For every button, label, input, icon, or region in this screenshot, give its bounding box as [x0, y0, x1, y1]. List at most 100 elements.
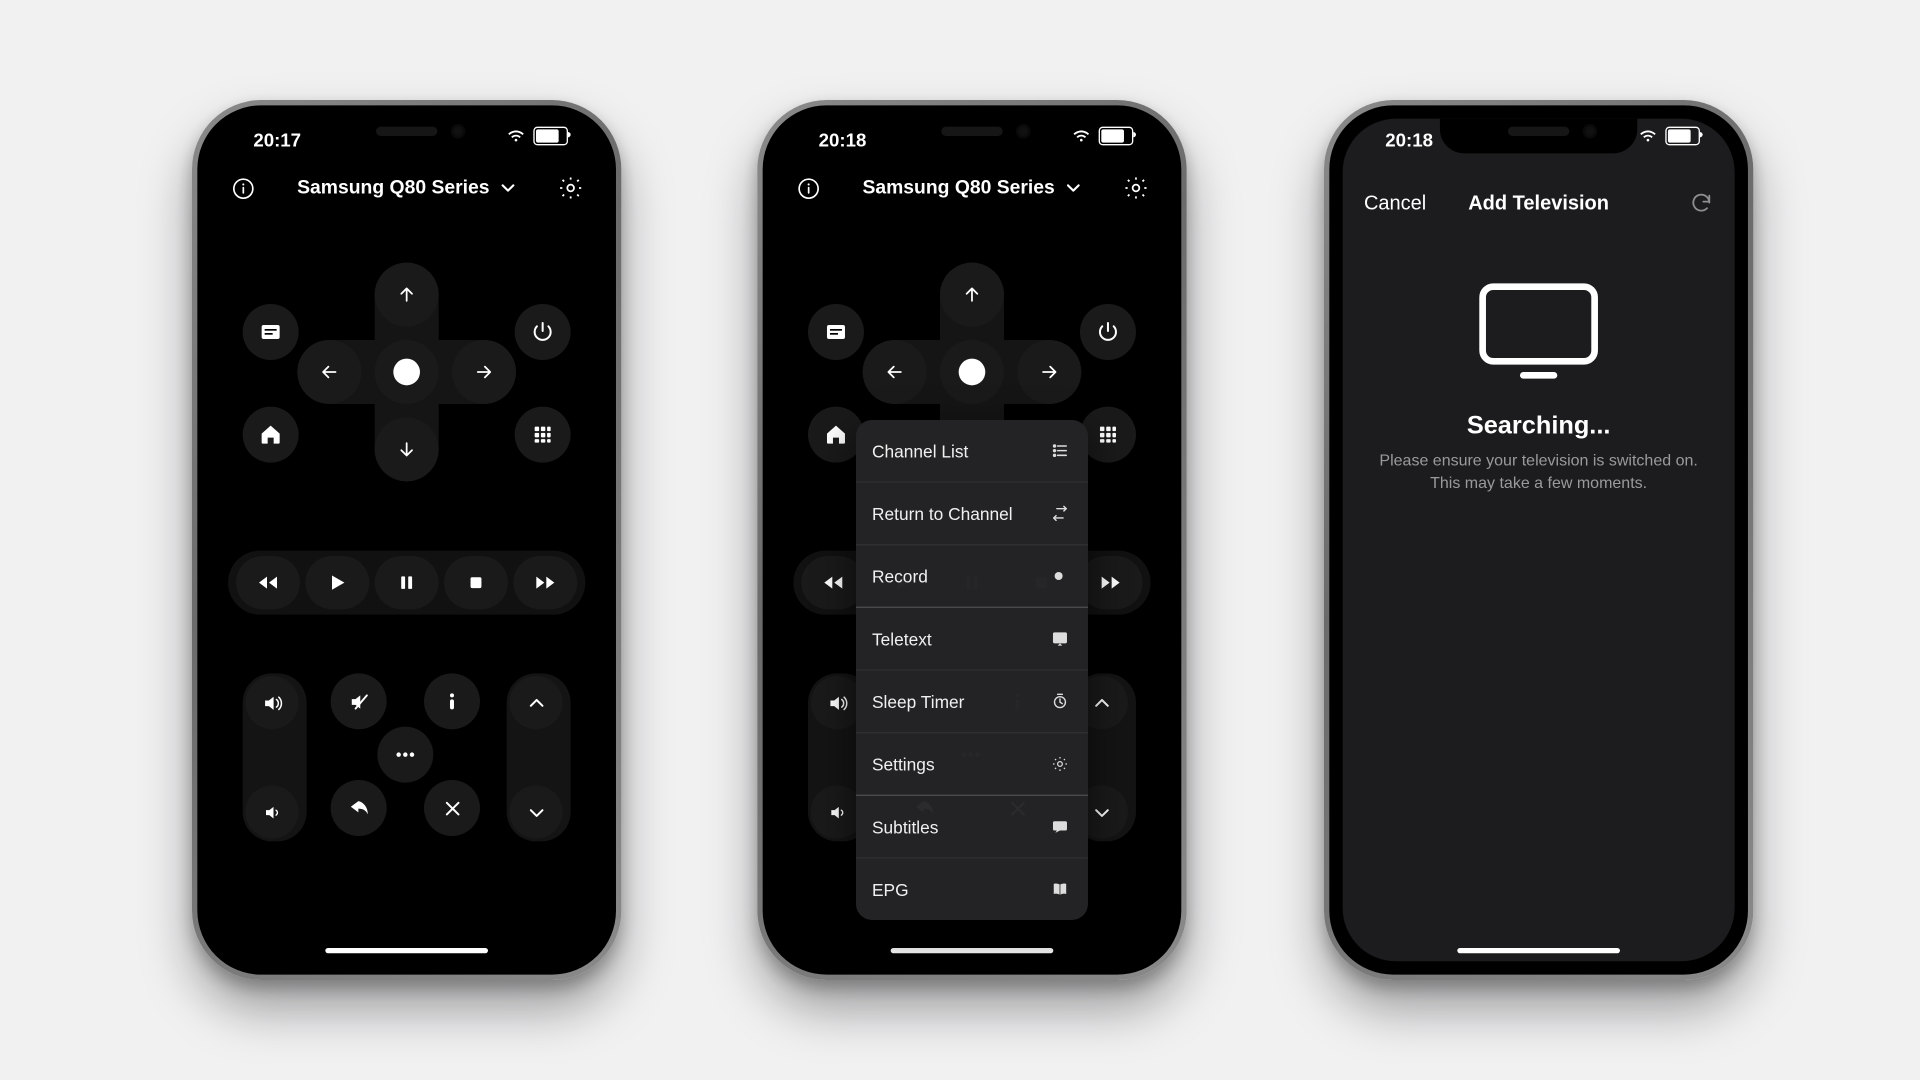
- status-time: 20:18: [1385, 129, 1433, 150]
- status-time: 20:17: [253, 129, 301, 150]
- menu-item-label: Sleep Timer: [872, 691, 964, 711]
- mute-button[interactable]: [331, 673, 387, 729]
- menu-item-label: Record: [872, 566, 928, 586]
- timer-icon: [1051, 692, 1072, 711]
- phone-3: 20:18 Cancel Add Television Searching...…: [1324, 100, 1753, 980]
- more-menu: Channel List Return to Channel Record Telet…: [856, 420, 1088, 920]
- menu-item-label: Settings: [872, 754, 935, 774]
- chevron-down-icon: [1065, 180, 1081, 196]
- menu-item-label: Channel List: [872, 441, 968, 461]
- dpad-right-button[interactable]: [452, 340, 516, 404]
- info-icon[interactable]: [792, 172, 824, 204]
- back-icon: [347, 797, 370, 820]
- channel-down-button[interactable]: [509, 785, 562, 838]
- status-time: 20:18: [819, 129, 867, 150]
- screen-remote-popup: 20:18 Samsung Q80 Series: [776, 119, 1168, 962]
- book-icon: [1051, 880, 1072, 899]
- exit-button[interactable]: [424, 780, 480, 836]
- guide-button[interactable]: [808, 304, 864, 360]
- stop-icon: [467, 573, 486, 592]
- apps-button[interactable]: [515, 407, 571, 463]
- power-button[interactable]: [515, 304, 571, 360]
- modal-title: Add Television: [1468, 191, 1609, 214]
- cc-icon: [1051, 817, 1072, 836]
- refresh-button[interactable]: [1689, 191, 1713, 215]
- fast-forward-button[interactable]: [513, 556, 577, 609]
- power-icon: [531, 320, 555, 344]
- menu-item-epg[interactable]: EPG: [856, 859, 1088, 920]
- guide-icon: [824, 320, 848, 344]
- device-dropdown[interactable]: Samsung Q80 Series: [297, 177, 516, 198]
- dpad-left-button[interactable]: [863, 340, 927, 404]
- device-dropdown[interactable]: Samsung Q80 Series: [862, 177, 1081, 198]
- menu-item-teletext[interactable]: Teletext: [856, 608, 1088, 671]
- menu-item-sleep-timer[interactable]: Sleep Timer: [856, 671, 1088, 734]
- volume-up-button[interactable]: [245, 676, 298, 729]
- notch: [308, 119, 505, 154]
- dpad-right-button[interactable]: [1017, 340, 1081, 404]
- dpad-ok-button[interactable]: [940, 340, 1004, 404]
- wifi-icon: [505, 128, 526, 144]
- power-button[interactable]: [1080, 304, 1136, 360]
- info-button[interactable]: [424, 673, 480, 729]
- home-button[interactable]: [243, 407, 299, 463]
- more-button[interactable]: [377, 727, 433, 783]
- volume-down-button[interactable]: [245, 785, 298, 838]
- home-icon: [259, 423, 283, 447]
- fast-forward-button[interactable]: [1079, 556, 1143, 609]
- dpad-up-button[interactable]: [940, 263, 1004, 327]
- fast-forward-icon: [533, 571, 557, 595]
- play-icon: [327, 572, 348, 593]
- play-button[interactable]: [305, 556, 369, 609]
- teletext-icon: [1051, 629, 1072, 648]
- modal-header: Cancel Add Television: [1343, 177, 1735, 228]
- rewind-icon: [256, 571, 280, 595]
- dot-icon: [1051, 568, 1072, 584]
- header: Samsung Q80 Series: [211, 163, 603, 214]
- menu-item-settings[interactable]: Settings: [856, 733, 1088, 796]
- dpad-down-button[interactable]: [375, 417, 439, 481]
- ok-dot-icon: [393, 359, 420, 386]
- tv-icon: [1475, 279, 1603, 383]
- menu-item-label: EPG: [872, 879, 909, 899]
- menu-item-return-to-channel[interactable]: Return to Channel: [856, 483, 1088, 546]
- chevron-up-icon: [526, 693, 546, 713]
- apps-button[interactable]: [1080, 407, 1136, 463]
- header: Samsung Q80 Series: [776, 163, 1168, 214]
- home-indicator: [891, 948, 1054, 953]
- back-button[interactable]: [331, 780, 387, 836]
- wifi-icon: [1071, 128, 1092, 144]
- battery-icon: [1099, 127, 1134, 146]
- info-icon[interactable]: [227, 172, 259, 204]
- cancel-button[interactable]: Cancel: [1364, 191, 1426, 214]
- volume-rocker: [243, 673, 307, 841]
- rewind-button[interactable]: [236, 556, 300, 609]
- guide-button[interactable]: [243, 304, 299, 360]
- home-indicator: [1457, 948, 1620, 953]
- volume-down-icon: [262, 802, 282, 822]
- device-name: Samsung Q80 Series: [297, 177, 489, 198]
- battery-icon: [1665, 127, 1700, 146]
- list-icon: [1051, 441, 1072, 460]
- volume-up-icon: [261, 691, 284, 714]
- apps-icon: [532, 424, 553, 445]
- wifi-icon: [1637, 128, 1658, 144]
- battery-icon: [533, 127, 568, 146]
- menu-item-label: Subtitles: [872, 817, 938, 837]
- dpad-up-button[interactable]: [375, 263, 439, 327]
- gear-icon[interactable]: [1120, 172, 1152, 204]
- menu-item-subtitles[interactable]: Subtitles: [856, 796, 1088, 859]
- stop-button[interactable]: [444, 556, 508, 609]
- dpad-ok-button[interactable]: [375, 340, 439, 404]
- gear-icon[interactable]: [555, 172, 587, 204]
- menu-item-channel-list[interactable]: Channel List: [856, 420, 1088, 483]
- media-controls: [228, 551, 585, 615]
- chevron-down-icon: [500, 180, 516, 196]
- channel-up-button[interactable]: [509, 676, 562, 729]
- mute-icon: [347, 690, 370, 713]
- dpad-left-button[interactable]: [297, 340, 361, 404]
- menu-item-record[interactable]: Record: [856, 545, 1088, 608]
- more-icon: [392, 741, 419, 768]
- pause-button[interactable]: [375, 556, 439, 609]
- guide-icon: [259, 320, 283, 344]
